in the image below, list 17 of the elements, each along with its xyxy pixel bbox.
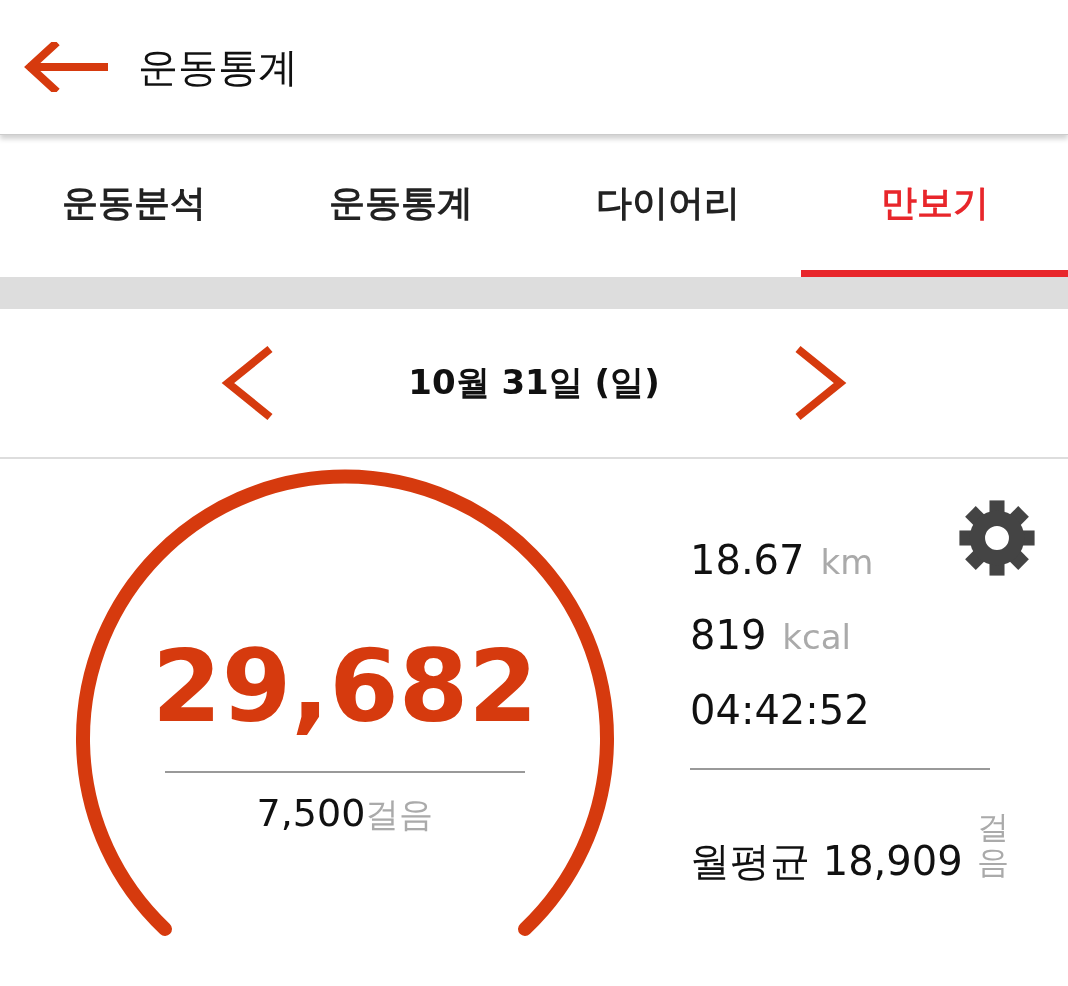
stat-unit: kcal (782, 617, 852, 657)
stat-value: 04:42:52 (690, 687, 870, 733)
step-count: 29,682 (152, 637, 538, 737)
monthly-average: 월평균 18,909 (690, 837, 963, 886)
settings-icon[interactable] (956, 497, 1038, 579)
stat-value: 18.67 (690, 537, 805, 583)
stat-value: 819 (690, 612, 767, 658)
stat-unit: km (820, 542, 874, 582)
average-unit: 걸음 (976, 810, 1009, 881)
tab[interactable]: 다이어리 (534, 137, 801, 277)
step-goal: 7,500 (256, 791, 366, 835)
page-title: 운동통계 (138, 42, 298, 92)
date-label: 10월 31일 (일) (408, 361, 660, 404)
tab[interactable]: 운동분석 (0, 137, 267, 277)
tab[interactable]: 운동통계 (267, 137, 534, 277)
goal-unit: 걸음 (365, 793, 434, 836)
back-arrow-icon[interactable] (24, 42, 108, 92)
